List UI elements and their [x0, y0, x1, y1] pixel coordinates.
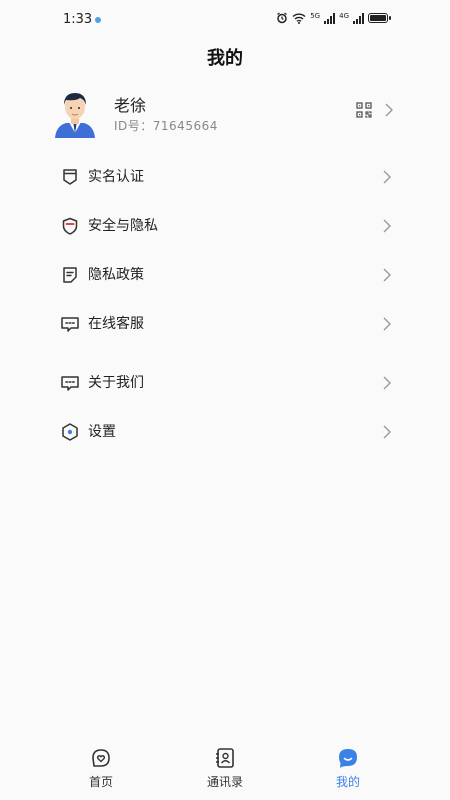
settings-hexagon-icon	[62, 423, 78, 441]
document-icon	[63, 267, 77, 283]
menu-item-policy[interactable]: 隐私政策	[60, 255, 392, 295]
tab-home[interactable]: 首页	[66, 746, 136, 790]
page-title: 我的	[207, 48, 243, 69]
notification-dot	[95, 17, 101, 23]
menu-item-label: 安全与隐私	[88, 218, 158, 234]
menu-item-label: 设置	[88, 424, 116, 440]
alarm-icon	[277, 12, 288, 24]
avatar	[55, 93, 95, 138]
chevron-right-icon	[383, 425, 391, 439]
chevron-right-icon	[383, 376, 391, 390]
profile-name: 老徐	[114, 96, 147, 115]
menu-item-about[interactable]: 关于我们	[60, 363, 392, 403]
menu-item-label: 隐私政策	[88, 267, 144, 283]
chevron-right-icon	[383, 317, 391, 331]
tab-label: 首页	[88, 775, 113, 789]
chevron-right-icon	[385, 103, 393, 117]
signal-icon	[353, 12, 364, 24]
tab-label: 我的	[335, 775, 360, 789]
contacts-icon	[216, 748, 234, 768]
chat-icon	[61, 317, 79, 332]
bottom-tab-bar: 首页 通讯录 我的	[0, 738, 450, 800]
network-4g-label: 4G	[339, 12, 349, 20]
tab-label: 通讯录	[206, 775, 243, 789]
tab-profile[interactable]: 我的	[313, 746, 383, 790]
shield-icon	[62, 217, 78, 235]
chevron-right-icon	[383, 170, 391, 184]
profile-card[interactable]: 老徐 ID号：71645664	[52, 86, 400, 138]
chevron-right-icon	[383, 219, 391, 233]
wifi-icon	[292, 13, 306, 24]
menu-item-settings[interactable]: 设置	[60, 412, 392, 452]
menu-item-realname[interactable]: 实名认证	[60, 157, 392, 197]
tab-contacts[interactable]: 通讯录	[190, 746, 260, 790]
status-icons: 5G 4G	[276, 12, 391, 24]
network-5g-label: 5G	[310, 12, 321, 20]
signal-icon	[324, 12, 336, 24]
menu-item-label: 实名认证	[88, 169, 144, 185]
chat-icon	[61, 376, 79, 391]
menu-item-service[interactable]: 在线客服	[60, 304, 392, 344]
menu-item-label: 在线客服	[88, 316, 144, 332]
id-badge-icon	[63, 169, 77, 185]
battery-icon	[368, 13, 391, 23]
qr-code-icon[interactable]	[356, 102, 372, 118]
home-icon	[92, 749, 110, 767]
menu-item-label: 关于我们	[88, 375, 144, 391]
chevron-right-icon	[383, 268, 391, 282]
profile-id: ID号：71645664	[114, 119, 218, 133]
status-time: 1:33	[63, 12, 93, 27]
status-bar: 1:33 5G 4G	[0, 0, 450, 40]
profile-icon	[339, 749, 357, 768]
menu-item-security[interactable]: 安全与隐私	[60, 206, 392, 246]
